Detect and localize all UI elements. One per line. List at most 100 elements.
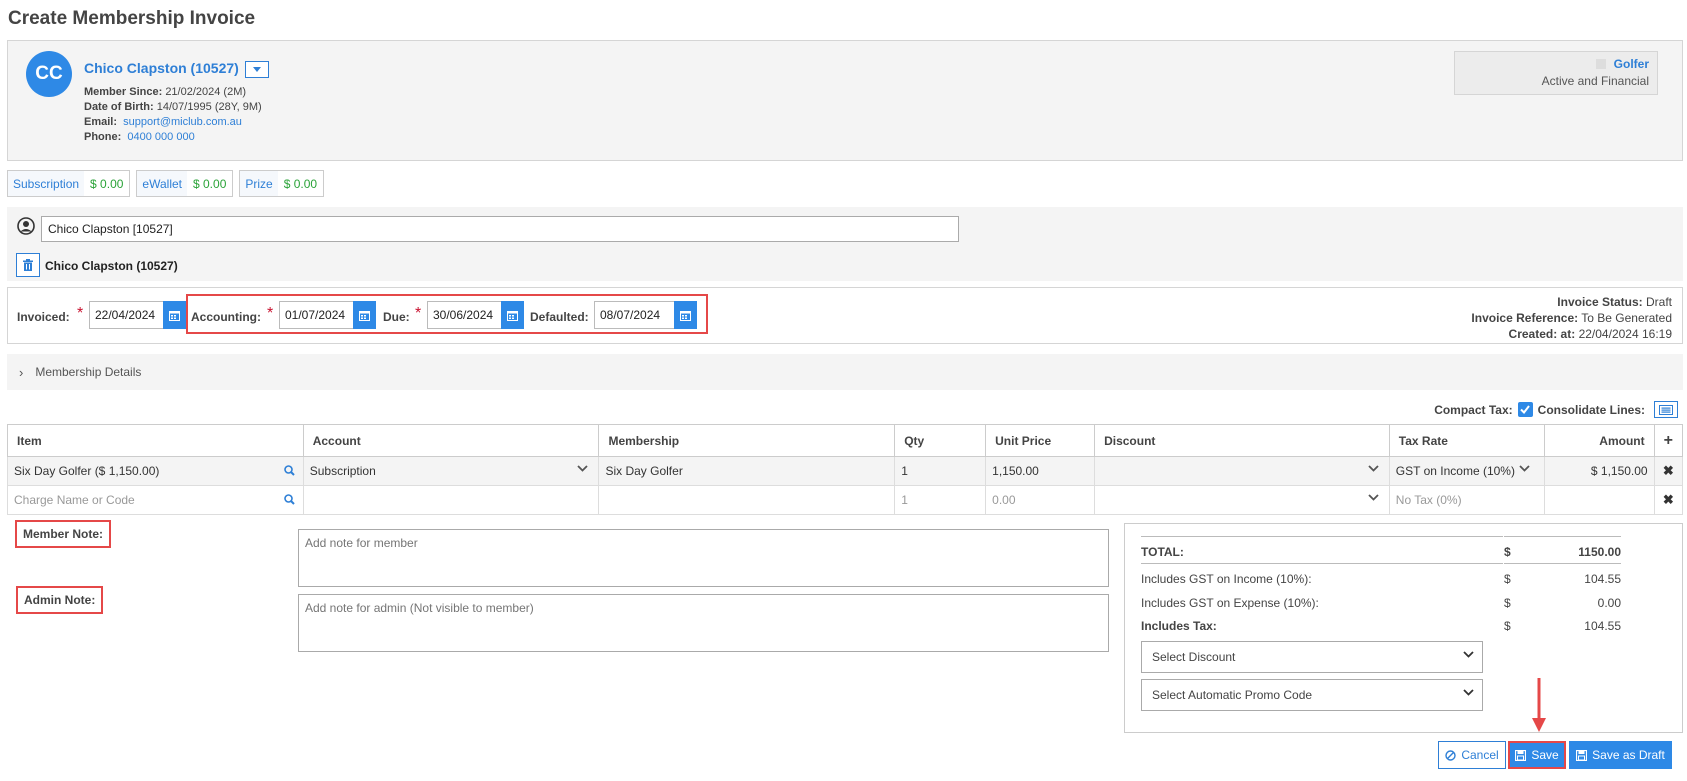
amount-cell — [1543, 485, 1655, 515]
balance-subscription[interactable]: Subscription $ 0.00 — [7, 170, 131, 197]
save-icon — [1576, 749, 1588, 761]
qty-input[interactable]: 1 — [894, 485, 987, 515]
calendar-icon — [169, 310, 180, 321]
item-cell[interactable]: Six Day Golfer ($ 1,150.00) — [7, 456, 304, 486]
accounting-calendar-button[interactable] — [353, 301, 376, 329]
required-mark: * — [77, 305, 84, 322]
member-note-input[interactable] — [298, 529, 1109, 587]
arrow-down-icon — [1532, 678, 1546, 732]
unit-price-input[interactable]: 1,150.00 — [985, 456, 1096, 486]
column-header: Membership — [598, 424, 896, 457]
email-link[interactable]: support@miclub.com.au — [123, 116, 242, 128]
delete-line-icon[interactable]: ✖ — [1653, 485, 1684, 515]
chevron-down-icon — [1368, 465, 1379, 472]
promo-code-dropdown[interactable]: Select Automatic Promo Code — [1141, 679, 1483, 711]
cancel-button[interactable]: Cancel — [1438, 741, 1506, 769]
status-indicator — [1595, 59, 1606, 69]
chevron-down-icon — [577, 465, 589, 472]
remove-member-button[interactable] — [16, 253, 40, 277]
save-as-draft-button[interactable]: Save as Draft — [1569, 741, 1672, 769]
member-details: Member Since: 21/02/2024 (2M) Date of Bi… — [84, 86, 262, 143]
due-date-input[interactable]: 30/06/2024 — [427, 301, 507, 329]
admin-note-input[interactable] — [298, 594, 1109, 652]
consolidate-lines-label: Consolidate Lines: — [1537, 402, 1645, 417]
calendar-icon — [507, 310, 518, 321]
invoice-items-table: Item Account Membership Qty Unit Price D… — [7, 424, 1684, 515]
page-title: Create Membership Invoice — [8, 8, 256, 29]
consolidate-lines-toggle[interactable] — [1654, 401, 1678, 418]
save-button[interactable]: Save — [1508, 741, 1566, 769]
membership-cell: Six Day Golfer — [598, 456, 896, 486]
balance-ewallet[interactable]: eWallet $ 0.00 — [136, 170, 234, 197]
due-label: Due: — [383, 310, 410, 324]
phone-link[interactable]: 0400 000 000 — [127, 131, 194, 143]
column-header: Qty — [894, 424, 987, 457]
discount-select[interactable] — [1094, 456, 1390, 486]
discount-select[interactable] — [1094, 485, 1390, 515]
member-header: CC Chico Clapston (10527) Member Since: … — [7, 40, 1683, 161]
member-search-input[interactable] — [41, 216, 959, 242]
divider — [1141, 563, 1503, 564]
invoice-reference: To Be Generated — [1581, 311, 1672, 325]
member-dropdown-button[interactable] — [245, 61, 269, 78]
delete-line-icon[interactable]: ✖ — [1653, 456, 1684, 486]
table-row: Six Day Golfer ($ 1,150.00) Subscription… — [7, 456, 1684, 486]
qty-input[interactable]: 1 — [894, 456, 987, 486]
membership-cell — [598, 485, 896, 515]
table-header-row: Item Account Membership Qty Unit Price D… — [7, 424, 1684, 457]
accounting-label: Accounting: — [191, 310, 261, 324]
account-select[interactable]: Subscription — [302, 456, 600, 486]
balances: Subscription $ 0.00 eWallet $ 0.00 Prize $ … — [7, 170, 325, 197]
item-cell[interactable]: Charge Name or Code — [7, 485, 304, 515]
column-header: Unit Price — [985, 424, 1096, 457]
due-calendar-button[interactable] — [501, 301, 524, 329]
save-icon — [1515, 749, 1527, 761]
accounting-date-input[interactable]: 01/07/2024 — [279, 301, 359, 329]
chevron-down-icon — [1463, 689, 1474, 696]
admin-note-label: Admin Note: — [16, 586, 104, 614]
membership-details-toggle[interactable]: › Membership Details — [7, 354, 1683, 390]
invoiced-date-input[interactable]: 22/04/2024 — [89, 301, 169, 329]
discount-dropdown[interactable]: Select Discount — [1141, 641, 1483, 673]
check-icon — [1520, 405, 1530, 414]
amount-cell: $ 1,150.00 — [1543, 456, 1655, 486]
trash-icon — [23, 259, 33, 271]
defaulted-calendar-button[interactable] — [674, 301, 697, 329]
required-mark: * — [267, 305, 274, 322]
balance-prize[interactable]: Prize $ 0.00 — [239, 170, 325, 197]
search-icon[interactable] — [283, 465, 295, 476]
search-icon[interactable] — [283, 494, 295, 505]
calendar-icon — [680, 310, 691, 321]
member-note-label: Member Note: — [15, 520, 112, 548]
tax-rate-select[interactable]: GST on Income (10%) — [1388, 456, 1545, 486]
date-of-birth: 14/07/1995 (28Y, 9M) — [156, 101, 262, 113]
invoice-dates-panel: Invoiced: * 22/04/2024 Accounting: * 01/… — [7, 287, 1683, 344]
member-status-box: Golfer Active and Financial — [1454, 51, 1658, 95]
defaulted-date-input[interactable]: 08/07/2024 — [594, 301, 678, 329]
ban-icon — [1445, 749, 1457, 761]
caret-down-icon — [253, 67, 261, 72]
invoice-created: 22/04/2024 16:19 — [1578, 327, 1672, 341]
column-header: Account — [302, 424, 600, 457]
divider — [1504, 536, 1621, 537]
user-circle-icon — [17, 217, 35, 235]
unit-price-input[interactable]: 0.00 — [985, 485, 1096, 515]
divider — [1141, 536, 1503, 537]
chevron-right-icon: › — [19, 364, 24, 380]
member-name-link[interactable]: Chico Clapston (10527) — [84, 60, 239, 76]
avatar: CC — [26, 51, 72, 97]
compact-tax-checkbox[interactable] — [1517, 402, 1533, 417]
member-status: Active and Financial — [1541, 74, 1649, 88]
account-select[interactable] — [302, 485, 600, 515]
column-header: Amount — [1543, 424, 1655, 457]
member-select-panel: Chico Clapston (10527) — [7, 207, 1683, 281]
list-icon — [1659, 404, 1673, 415]
compact-tax-label: Compact Tax: — [1434, 402, 1513, 417]
column-header: Tax Rate — [1388, 424, 1545, 457]
member-category: Golfer — [1613, 57, 1649, 71]
add-line-button[interactable]: + — [1653, 424, 1684, 457]
defaulted-label: Defaulted: — [530, 310, 589, 324]
invoice-options: Compact Tax: Consolidate Lines: — [1434, 401, 1678, 418]
tax-rate-select[interactable]: No Tax (0%) — [1388, 485, 1545, 515]
invoiced-calendar-button[interactable] — [163, 301, 186, 329]
